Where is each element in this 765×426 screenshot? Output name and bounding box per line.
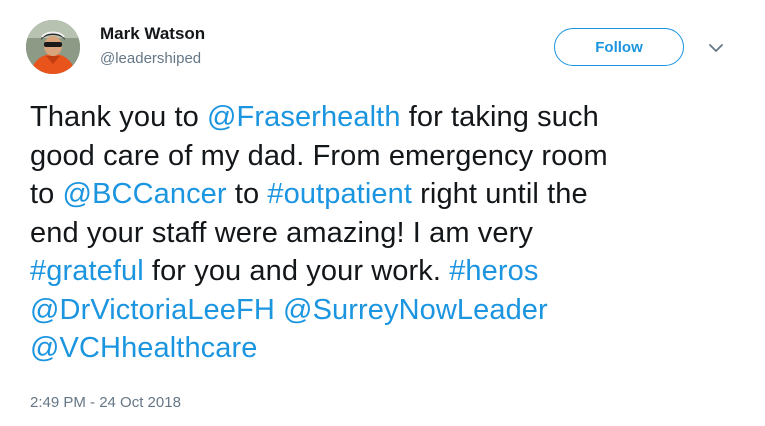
avatar[interactable] — [26, 20, 80, 74]
tweet-text-segment: Thank you to — [30, 101, 208, 133]
author-name[interactable]: Mark Watson — [100, 24, 205, 44]
mention-link[interactable]: @SurreyNowLeader — [283, 294, 548, 326]
mention-link[interactable]: @DrVictoriaLeeFH — [30, 294, 275, 326]
tweet-text-segment: good care of my dad. From emergency room — [30, 139, 608, 172]
tweet-line: good care of my dad. From emergency room — [30, 137, 740, 176]
tweet-line: #grateful for you and your work. #heros — [30, 252, 740, 291]
mention-link[interactable]: @BCCancer — [63, 178, 227, 210]
hashtag-link[interactable]: #grateful — [30, 255, 144, 287]
tweet-text-segment: for you and your work. — [143, 255, 450, 287]
tweet-text-segment: end your staff were amazing! I am very — [30, 216, 533, 249]
hashtag-link[interactable]: #heros — [449, 255, 538, 287]
tweet-text-segment: right until the — [412, 178, 588, 210]
tweet-text: Thank you to @Fraserhealth for taking su… — [30, 98, 740, 368]
tweet-text-segment: to — [226, 178, 268, 210]
follow-button[interactable]: Follow — [554, 28, 684, 66]
mention-link[interactable]: @VCHhealthcare — [30, 332, 258, 364]
mention-link[interactable]: @Fraserhealth — [207, 101, 401, 133]
tweet-text-segment: to — [30, 178, 63, 210]
tweet-line: Thank you to @Fraserhealth for taking su… — [30, 98, 740, 137]
tweet-card: Mark Watson @leadershiped Follow Thank y… — [0, 0, 765, 426]
author-handle[interactable]: @leadershiped — [100, 50, 201, 67]
tweet-line: @VCHhealthcare — [30, 329, 740, 368]
tweet-text-segment: for taking such — [400, 101, 599, 133]
hashtag-link[interactable]: #outpatient — [267, 178, 412, 210]
tweet-line: @DrVictoriaLeeFH @SurreyNowLeader — [30, 291, 740, 330]
timestamp[interactable]: 2:49 PM - 24 Oct 2018 — [30, 394, 181, 411]
tweet-line: end your staff were amazing! I am very — [30, 214, 740, 253]
tweet-line: to @BCCancer to #outpatient right until … — [30, 175, 740, 214]
tweet-text-segment — [275, 294, 283, 326]
chevron-down-icon[interactable] — [706, 40, 726, 56]
